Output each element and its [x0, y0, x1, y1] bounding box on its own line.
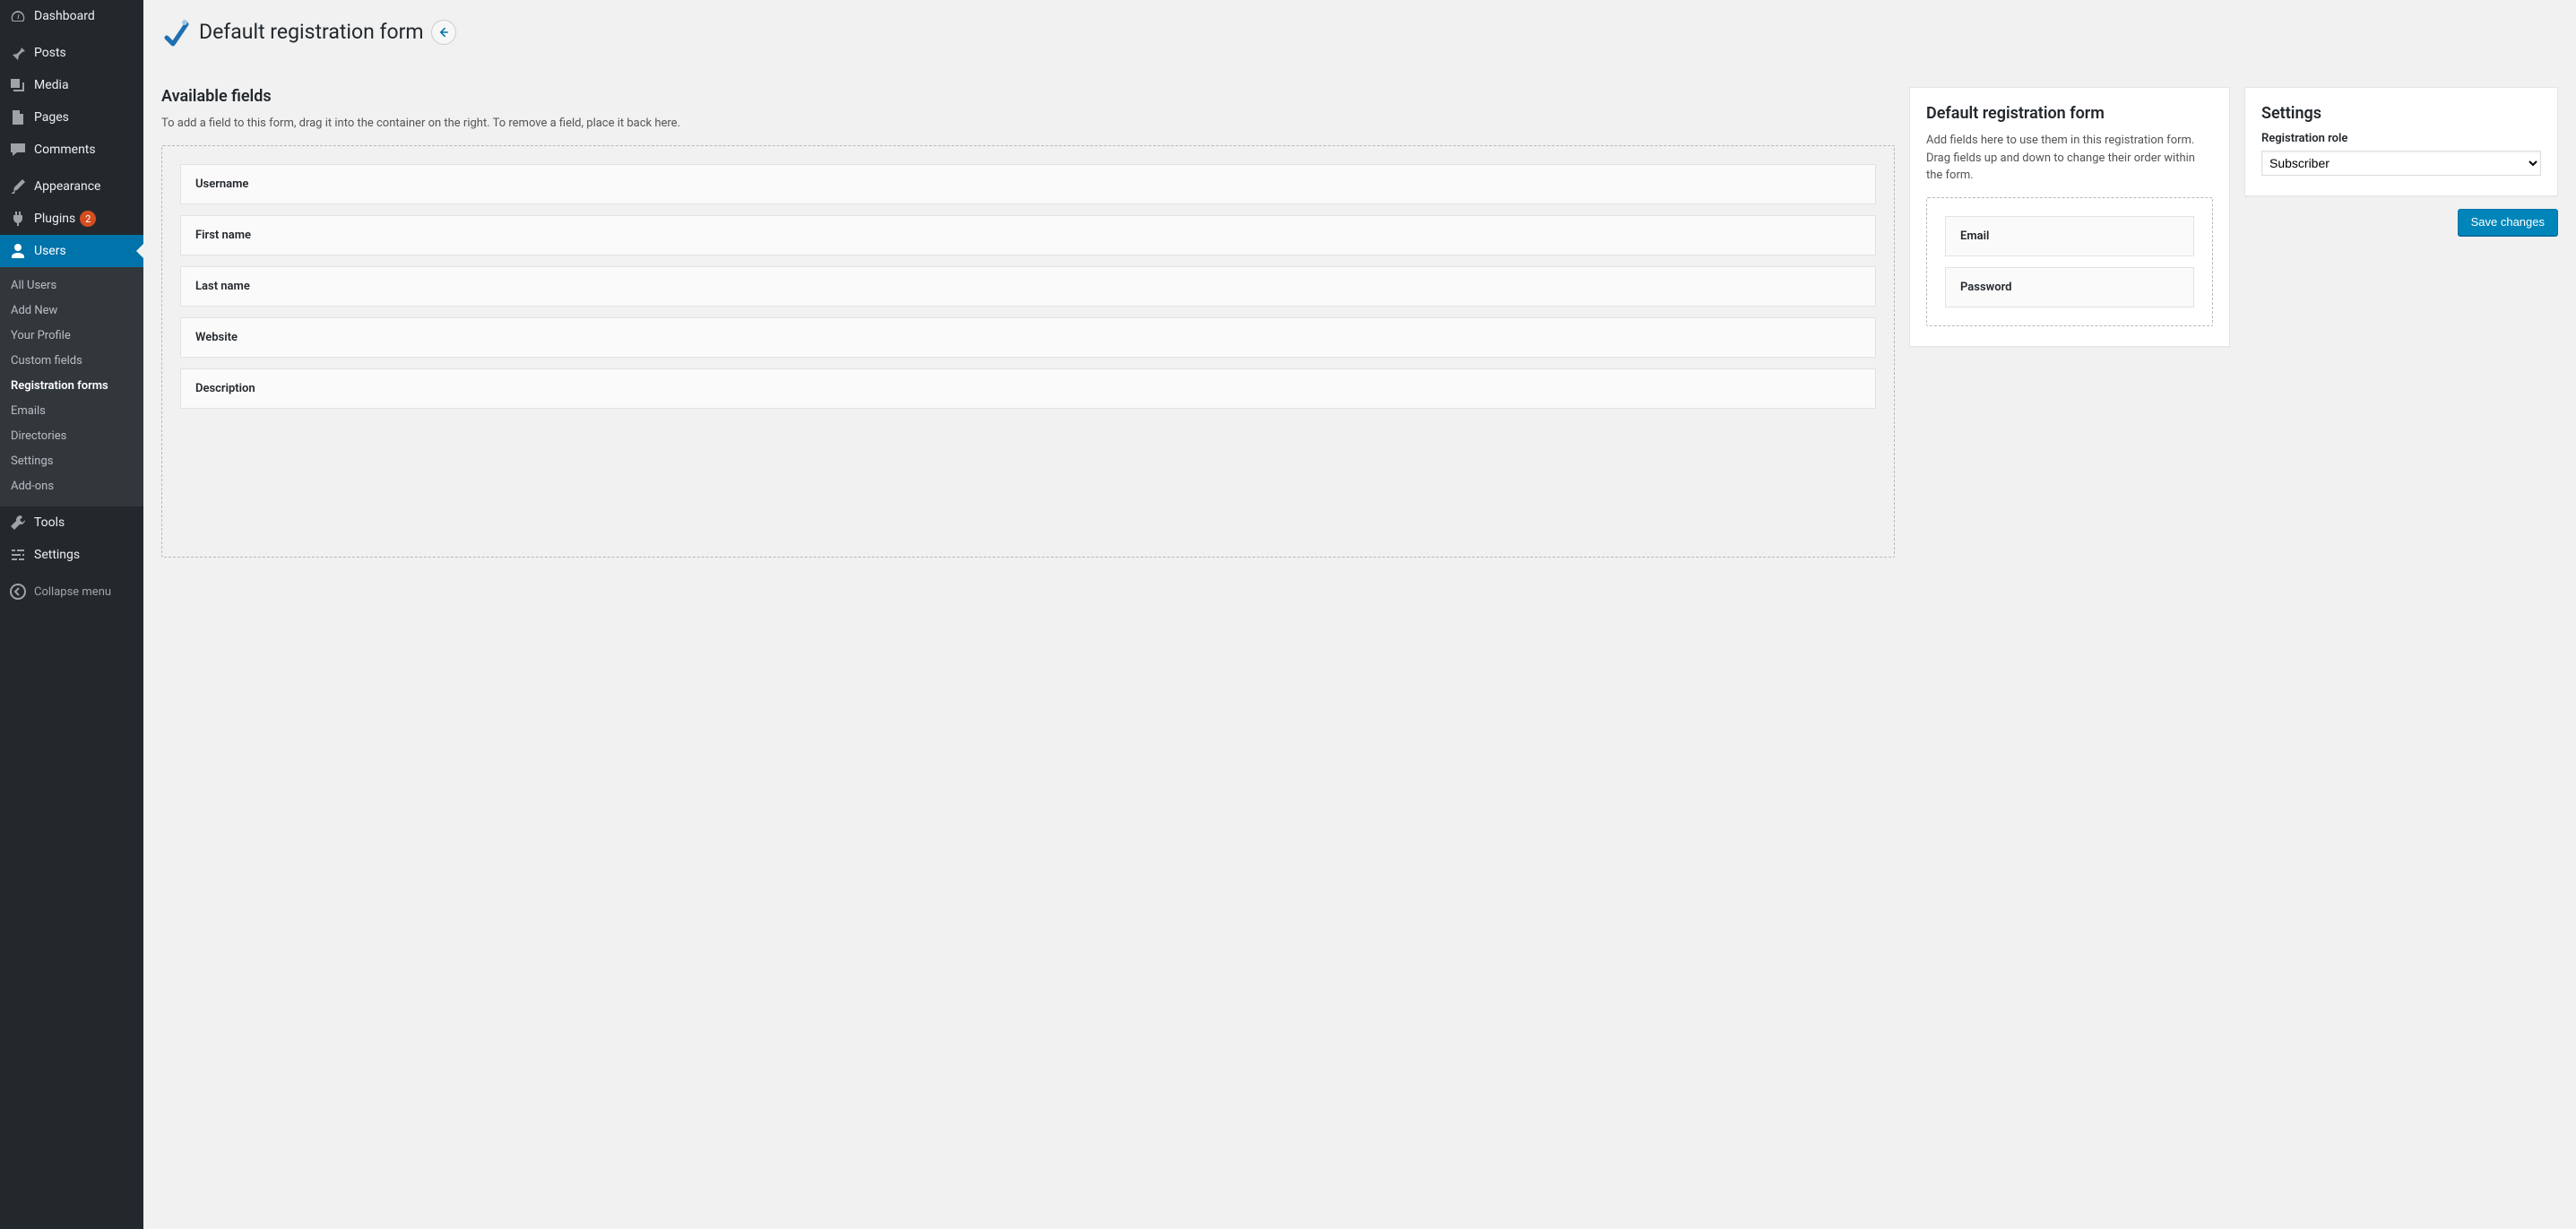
submenu-item-add-ons[interactable]: Add-ons: [0, 474, 143, 499]
sidebar-item-appearance[interactable]: Appearance: [0, 170, 143, 203]
brush-icon: [9, 177, 27, 195]
comment-icon: [9, 141, 27, 159]
field-card-first-name[interactable]: First name: [180, 215, 1876, 255]
submenu-item-add-new[interactable]: Add New: [0, 299, 143, 324]
page-title: Default registration form: [199, 19, 424, 46]
save-changes-button[interactable]: Save changes: [2458, 209, 2558, 236]
submenu-item-custom-fields[interactable]: Custom fields: [0, 349, 143, 374]
submenu-item-your-profile[interactable]: Your Profile: [0, 324, 143, 349]
sidebar-item-label: Settings: [34, 548, 80, 562]
wrench-icon: [9, 514, 27, 532]
collapse-icon: [9, 583, 27, 601]
sidebar-item-label: Dashboard: [34, 9, 95, 23]
media-icon: [9, 76, 27, 94]
sidebar-item-pages[interactable]: Pages: [0, 101, 143, 134]
sidebar-item-label: Comments: [34, 143, 96, 157]
submenu-item-emails[interactable]: Emails: [0, 399, 143, 424]
field-card-email[interactable]: Email: [1945, 216, 2194, 256]
field-card-password[interactable]: Password: [1945, 267, 2194, 307]
sidebar-item-label: Media: [34, 78, 69, 92]
submenu-item-registration-forms[interactable]: Registration forms: [0, 374, 143, 399]
main-content: Default registration form Available fiel…: [143, 0, 2576, 1229]
sidebar-item-tools[interactable]: Tools: [0, 506, 143, 539]
field-card-last-name[interactable]: Last name: [180, 266, 1876, 307]
sidebar-item-label: Pages: [34, 110, 69, 125]
back-button[interactable]: [431, 20, 456, 45]
sidebar-item-users[interactable]: Users: [0, 235, 143, 267]
sidebar-item-label: Tools: [34, 515, 65, 530]
field-card-website[interactable]: Website: [180, 317, 1876, 358]
available-fields-title: Available fields: [161, 87, 1895, 106]
sidebar-item-posts[interactable]: Posts: [0, 37, 143, 69]
pin-icon: [9, 44, 27, 62]
sidebar-item-label: Plugins: [34, 212, 75, 226]
settings-title: Settings: [2261, 104, 2541, 123]
arrow-left-icon: [437, 25, 451, 39]
collapse-menu-label: Collapse menu: [34, 585, 111, 599]
available-fields-dropzone[interactable]: Username First name Last name Website De…: [161, 145, 1895, 558]
plugin-logo-icon: [161, 17, 192, 48]
submenu-item-settings[interactable]: Settings: [0, 449, 143, 474]
submenu-item-all-users[interactable]: All Users: [0, 273, 143, 299]
field-card-description[interactable]: Description: [180, 368, 1876, 409]
available-fields-desc: To add a field to this form, drag it int…: [161, 115, 1895, 133]
sidebar-item-settings[interactable]: Settings: [0, 539, 143, 571]
user-icon: [9, 242, 27, 260]
field-card-username[interactable]: Username: [180, 164, 1876, 204]
sidebar-item-dashboard[interactable]: Dashboard: [0, 0, 143, 32]
dashboard-icon: [9, 7, 27, 25]
form-title: Default registration form: [1926, 104, 2213, 123]
sidebar-item-comments[interactable]: Comments: [0, 134, 143, 166]
form-fields-dropzone[interactable]: Email Password: [1926, 197, 2213, 326]
sidebar-item-label: Posts: [34, 46, 66, 60]
sidebar-item-label: Appearance: [34, 179, 100, 194]
sidebar-item-media[interactable]: Media: [0, 69, 143, 101]
submenu-item-directories[interactable]: Directories: [0, 424, 143, 449]
plugins-update-badge: 2: [80, 211, 96, 227]
registration-role-label: Registration role: [2261, 132, 2541, 145]
sidebar-item-plugins[interactable]: Plugins 2: [0, 203, 143, 235]
collapse-menu-button[interactable]: Collapse menu: [0, 576, 143, 608]
plug-icon: [9, 210, 27, 228]
form-desc: Add fields here to use them in this regi…: [1926, 132, 2213, 185]
page-heading: Default registration form: [161, 9, 2558, 51]
sidebar-item-label: Users: [34, 244, 66, 258]
admin-sidebar: Dashboard Posts Media Pages Comments App…: [0, 0, 143, 1229]
sliders-icon: [9, 546, 27, 564]
submenu-users: All Users Add New Your Profile Custom fi…: [0, 267, 143, 506]
registration-role-select[interactable]: Subscriber: [2261, 151, 2541, 176]
page-icon: [9, 108, 27, 126]
